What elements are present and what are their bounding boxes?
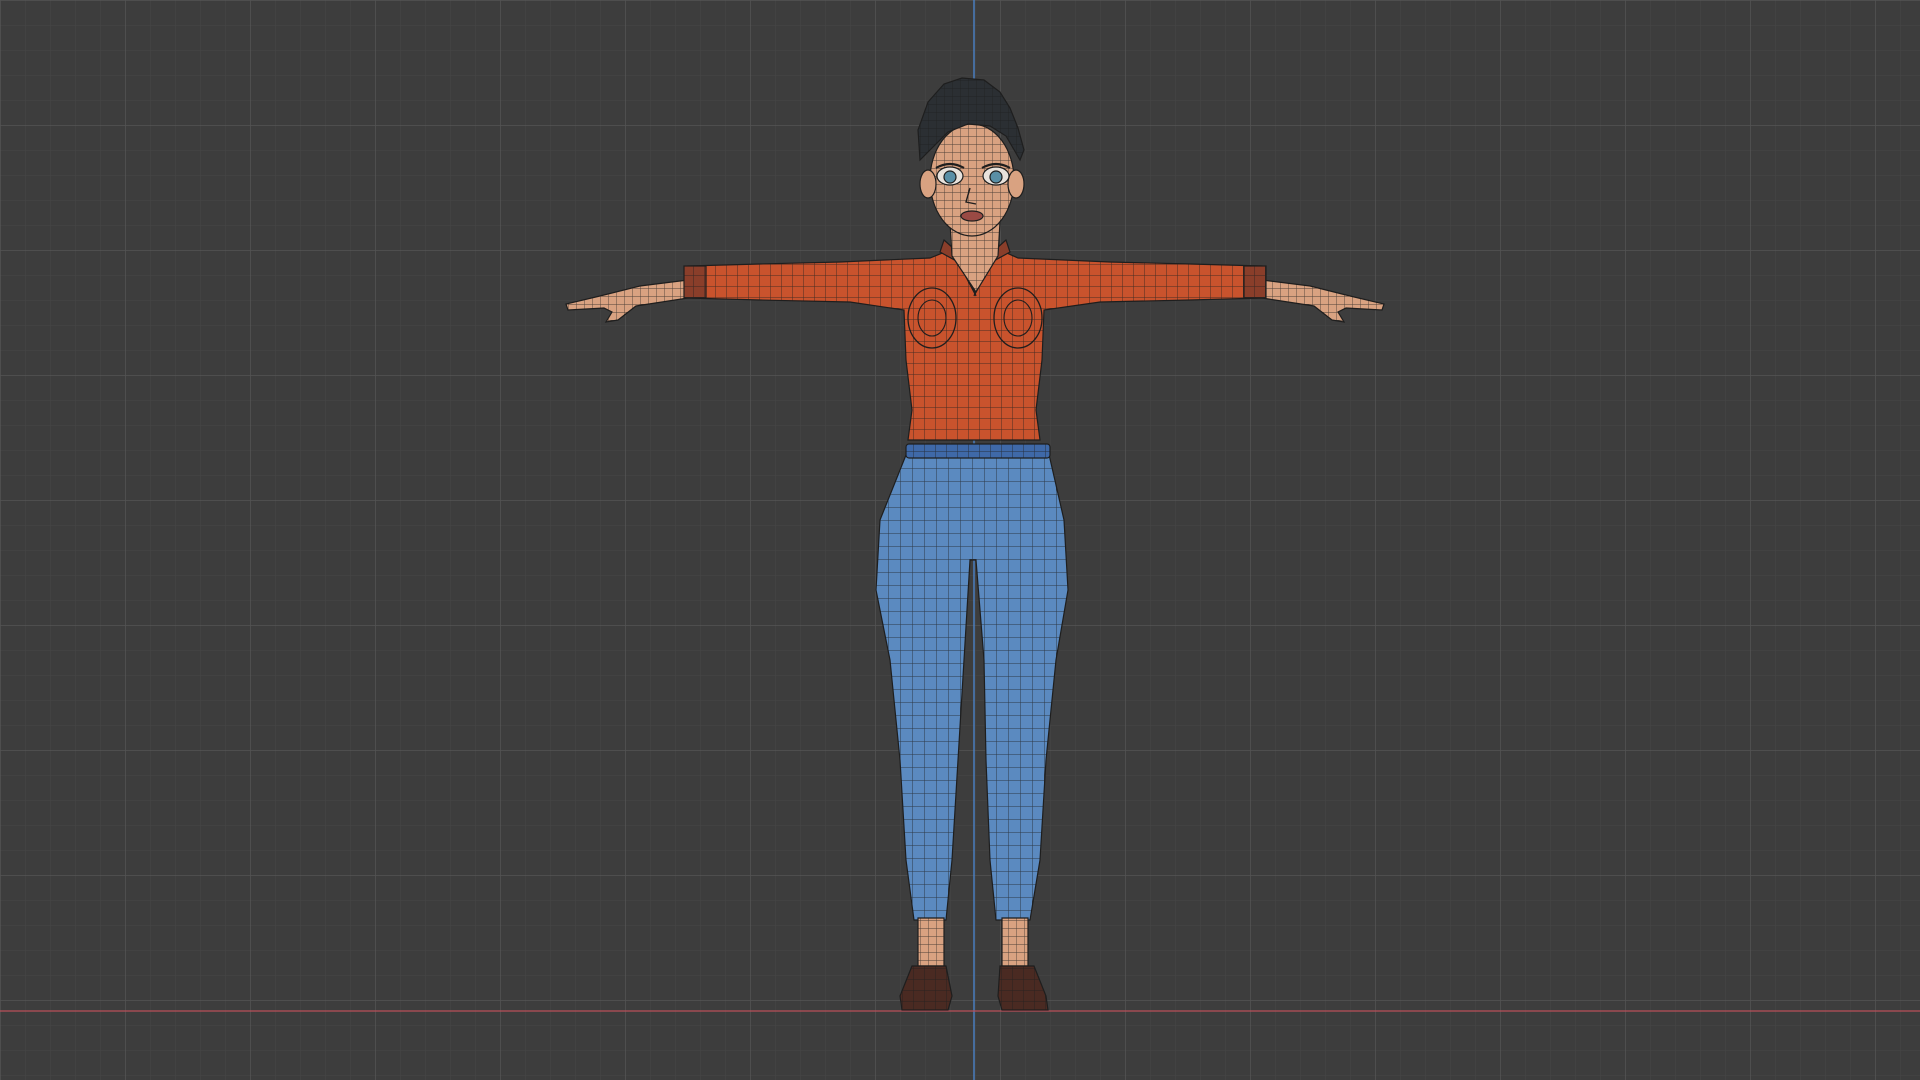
viewport-canvas[interactable] bbox=[0, 0, 1920, 1080]
mouth bbox=[960, 210, 984, 222]
3d-viewport[interactable] bbox=[0, 0, 1920, 1080]
